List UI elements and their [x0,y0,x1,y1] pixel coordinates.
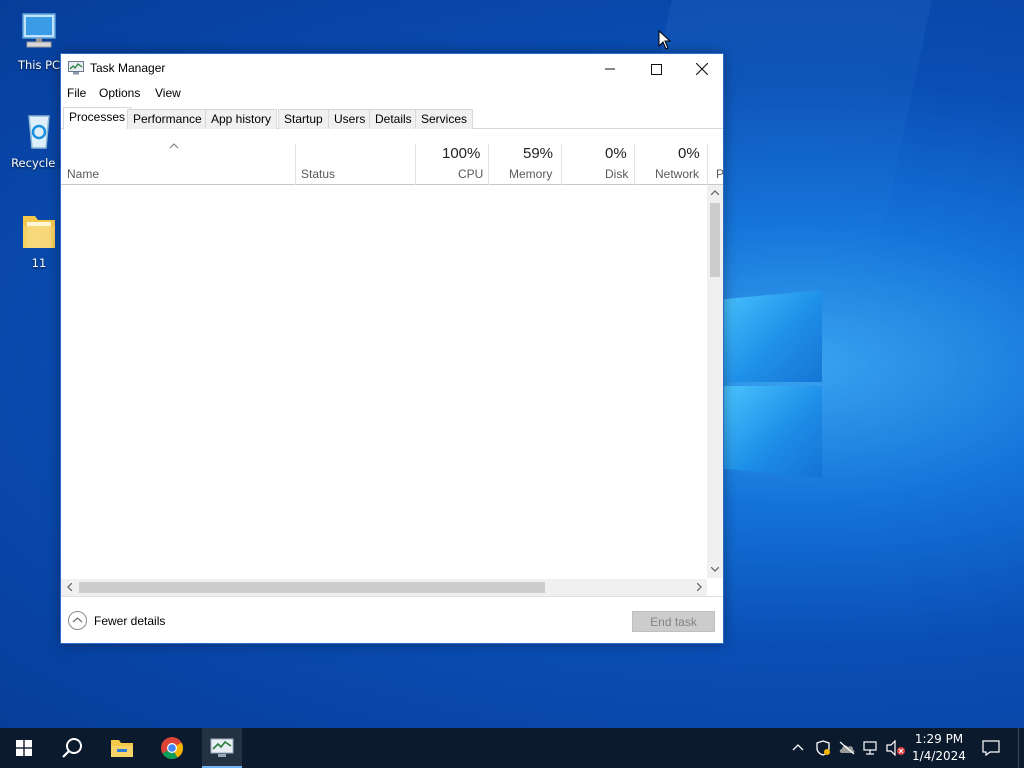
column-memory[interactable]: Memory [509,167,552,181]
vertical-scroll-thumb[interactable] [710,203,720,277]
column-divider[interactable] [295,144,296,185]
menu-view[interactable]: View [155,86,181,100]
start-button[interactable] [0,728,48,768]
column-name[interactable]: Name [67,167,99,181]
file-explorer-icon [111,740,133,757]
minimize-icon [605,68,615,70]
recycle-bin-icon [28,115,50,149]
column-cpu[interactable]: CPU [458,167,483,181]
search-button[interactable] [48,728,96,768]
menu-bar: File Options View [61,84,723,104]
window-title: Task Manager [90,61,166,75]
network-icon[interactable] [863,741,881,755]
desktop-icon-label: 11 [31,256,47,270]
folder-icon [23,216,55,248]
tab-strip: Processes Performance App history Startu… [61,107,723,130]
menu-file[interactable]: File [67,86,86,100]
column-divider[interactable] [707,144,708,185]
horizontal-scrollbar[interactable] [61,579,707,596]
vertical-scrollbar[interactable] [707,185,723,578]
computer-icon [22,13,56,48]
network-percent: 0% [678,145,700,162]
windows-logo-pane-bottom [724,386,822,478]
tab-startup[interactable]: Startup [278,109,329,129]
end-task-button[interactable]: End task [632,611,715,632]
column-divider[interactable] [415,144,416,185]
cpu-percent: 100% [442,145,481,162]
column-status[interactable]: Status [301,167,335,181]
menu-options[interactable]: Options [99,86,140,100]
notifications-icon[interactable] [982,740,1000,756]
maximize-icon [650,63,662,75]
maximize-button[interactable] [633,54,679,84]
task-manager-icon [210,738,234,757]
close-button[interactable] [679,54,725,84]
column-divider[interactable] [488,144,489,185]
task-manager-window: Task Manager File Options View Processes… [60,53,724,644]
column-divider[interactable] [634,144,635,185]
windows-logo-pane-top [724,290,822,382]
scroll-up-arrow-icon [711,190,719,195]
show-desktop-button[interactable] [1018,728,1024,768]
desktop-icon-label: This PC [17,58,61,72]
search-icon [62,738,82,758]
fewer-details-link[interactable]: Fewer details [94,614,165,628]
column-power-truncated[interactable]: P [716,167,724,181]
tab-app-history[interactable]: App history [205,109,278,129]
sort-ascending-icon [169,143,179,149]
show-hidden-icons-chevron-icon[interactable] [792,743,804,751]
taskbar: 1:29 PM 1/4/2024 [0,728,1024,768]
column-header: Name Status 100% CPU 59% Memory 0% Disk … [61,130,724,185]
scroll-down-arrow-icon [711,567,719,572]
close-icon [696,63,708,75]
scroll-left-arrow-icon [67,583,72,591]
tab-users[interactable]: Users [328,109,372,129]
chrome-icon [161,737,183,759]
clock-date: 1/4/2024 [912,749,966,763]
task-manager-icon [68,61,84,75]
fewer-details-chevron-icon[interactable] [68,611,87,630]
clock-time: 1:29 PM [914,732,964,746]
chevron-up-icon [72,617,83,623]
column-disk[interactable]: Disk [605,167,628,181]
title-bar[interactable]: Task Manager [61,54,723,84]
taskbar-chrome[interactable] [148,728,196,768]
column-network[interactable]: Network [655,167,699,181]
column-divider[interactable] [561,144,562,185]
memory-percent: 59% [523,145,554,162]
horizontal-scroll-thumb[interactable] [79,582,545,593]
tab-processes[interactable]: Processes [63,107,132,130]
scroll-right-arrow-icon [697,583,702,591]
taskbar-file-explorer[interactable] [98,728,146,768]
system-clock[interactable]: 1:29 PM 1/4/2024 [908,731,970,765]
mouse-cursor-icon [658,30,672,50]
tab-performance[interactable]: Performance [127,109,208,129]
footer-bar: Fewer details End task [61,596,723,643]
disk-percent: 0% [605,145,627,162]
process-list[interactable] [61,185,723,580]
security-shield-icon[interactable] [815,740,831,756]
minimize-button[interactable] [587,54,633,84]
volume-muted-icon[interactable] [886,740,906,756]
taskbar-task-manager[interactable] [202,728,242,768]
tab-services[interactable]: Services [415,109,474,129]
desktop-icon-label: Recycle B [11,156,67,170]
tab-details[interactable]: Details [369,109,418,129]
windows-start-icon [16,740,32,756]
onedrive-offline-icon[interactable] [838,741,856,755]
